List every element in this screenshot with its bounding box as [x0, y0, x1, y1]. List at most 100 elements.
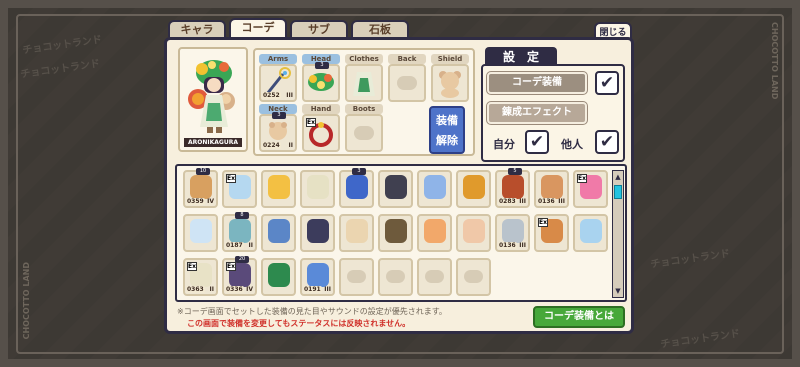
item-badge: 3: [315, 62, 329, 69]
empty-slot-icon: [425, 270, 444, 283]
item-level: 0283: [498, 198, 517, 205]
slot-box: [345, 114, 383, 152]
inventory-scrollbar[interactable]: ▲ ▼: [612, 170, 624, 298]
scroll-up-icon[interactable]: ▲: [613, 172, 623, 182]
item-level: 0252: [262, 92, 281, 99]
inventory-item[interactable]: Ex: [573, 170, 608, 208]
refine-effect-button[interactable]: 錬成エフェクト: [486, 101, 588, 125]
inventory-item[interactable]: 10 0359 IV: [183, 168, 218, 208]
ex-badge: Ex: [187, 262, 197, 271]
inventory-empty-slot[interactable]: [417, 258, 452, 296]
inventory-item[interactable]: [261, 214, 296, 252]
inventory-grid: 10 0359 IV Ex 3 5 0283 III 0136 III Ex 8 0187 II 0136 I…: [175, 164, 627, 302]
coord-equip-checkbox[interactable]: ✔: [595, 71, 619, 95]
equip-slot-arms[interactable]: Arms 0252 III: [259, 54, 297, 102]
inventory-item[interactable]: 3: [339, 168, 374, 208]
side-logo-text: CHOCOTTO LAND: [22, 262, 31, 340]
item-rank: III: [519, 242, 526, 249]
scroll-thumb[interactable]: [614, 185, 622, 199]
character-name: ARONIKAGURA: [184, 138, 242, 147]
inventory-item[interactable]: [417, 170, 452, 208]
item-icon: [307, 219, 329, 243]
ex-badge: Ex: [538, 218, 548, 227]
item-level: 0191: [303, 286, 322, 293]
empty-slot-icon: [386, 270, 405, 283]
tab-stone-tablet[interactable]: 石板: [351, 20, 409, 37]
ex-badge: Ex: [226, 174, 236, 183]
equip-slot-hand[interactable]: Hand Ex: [302, 104, 340, 152]
tab-chara[interactable]: キャラ: [168, 20, 226, 37]
equip-slot-neck[interactable]: Neck 3 0224 II: [259, 104, 297, 152]
item-rank: II: [288, 142, 293, 149]
slot-label: Back: [388, 54, 426, 64]
inventory-item[interactable]: Ex: [222, 170, 257, 208]
inventory-item[interactable]: 8 0187 II: [222, 212, 257, 252]
inventory-item[interactable]: 0191 III: [300, 258, 335, 296]
slot-label: Hand: [302, 104, 340, 114]
slot-box: 0252 III: [259, 64, 297, 102]
tab-coord[interactable]: コーデ: [229, 18, 287, 37]
others-checkbox[interactable]: ✔: [595, 130, 619, 154]
equip-slot-boots[interactable]: Boots: [345, 104, 383, 152]
coord-equip-toggle[interactable]: コーデ装備: [486, 71, 588, 95]
item-icon: [502, 219, 524, 243]
notes: ※コーデ画面でセットした装備の見た目やサウンドの設定が優先されます。 この画面で…: [177, 306, 533, 330]
side-logo-text: CHOCOTTO LAND: [770, 22, 779, 100]
item-icon: [307, 263, 329, 287]
item-level: 0363: [186, 286, 205, 293]
slot-box: 3: [302, 62, 340, 102]
inventory-empty-slot[interactable]: [339, 258, 374, 296]
inventory-item[interactable]: 0136 III: [495, 214, 530, 252]
inventory-item[interactable]: [300, 170, 335, 208]
note-warning: この画面で装備を変更してもステータスには反映されません。: [187, 319, 411, 328]
item-level: 0136: [537, 198, 556, 205]
self-label: 自分: [493, 138, 515, 151]
slot-box: [431, 64, 469, 102]
head-item-icon: [308, 73, 334, 91]
item-rank: III: [519, 198, 526, 205]
item-icon: [385, 175, 407, 199]
empty-slot-icon: [397, 76, 417, 90]
inventory-item[interactable]: [417, 214, 452, 252]
item-level: 0336: [225, 286, 244, 293]
tab-sub[interactable]: サブ: [290, 20, 348, 37]
inventory-item[interactable]: Ex: [534, 214, 569, 252]
equip-slot-shield[interactable]: Shield: [431, 54, 469, 102]
inventory-item[interactable]: 20 Ex 0336 IV: [222, 256, 257, 296]
inventory-item[interactable]: [261, 258, 296, 296]
item-icon: [346, 219, 368, 243]
inventory-item[interactable]: [456, 214, 491, 252]
item-icon: [463, 175, 485, 199]
item-level: 0359: [186, 198, 205, 205]
inventory-item[interactable]: [378, 214, 413, 252]
inventory-item[interactable]: [261, 170, 296, 208]
settings-panel: コーデ装備 ✔ 錬成エフェクト 自分 ✔ 他人 ✔: [481, 64, 625, 162]
inventory-item[interactable]: [378, 170, 413, 208]
self-checkbox[interactable]: ✔: [525, 130, 549, 154]
scroll-down-icon[interactable]: ▼: [613, 286, 623, 296]
equip-slot-back[interactable]: Back: [388, 54, 426, 102]
clothes-item-icon: [353, 72, 375, 96]
ex-badge: Ex: [306, 118, 316, 127]
item-rank: III: [558, 198, 565, 205]
inventory-item[interactable]: [456, 170, 491, 208]
inventory-item[interactable]: 0136 III: [534, 170, 569, 208]
slot-box: [345, 64, 383, 102]
inventory-item[interactable]: [300, 214, 335, 252]
coord-help-button[interactable]: コーデ装備とは: [533, 306, 625, 328]
inventory-item[interactable]: 5 0283 III: [495, 168, 530, 208]
equip-slot-clothes[interactable]: Clothes: [345, 54, 383, 102]
slot-label: Clothes: [345, 54, 383, 64]
inventory-item[interactable]: [339, 214, 374, 252]
inventory-item[interactable]: [183, 214, 218, 252]
inventory-empty-slot[interactable]: [378, 258, 413, 296]
equip-slot-head[interactable]: Head 3: [302, 54, 340, 102]
item-rank: IV: [207, 198, 214, 205]
inventory-empty-slot[interactable]: [456, 258, 491, 296]
item-icon: [502, 175, 524, 199]
item-level: 0187: [225, 242, 244, 249]
inventory-item[interactable]: Ex 0363 II: [183, 258, 218, 296]
unequip-button[interactable]: 装備 解除: [429, 106, 465, 154]
inventory-item[interactable]: [573, 214, 608, 252]
item-icon: [190, 175, 212, 199]
